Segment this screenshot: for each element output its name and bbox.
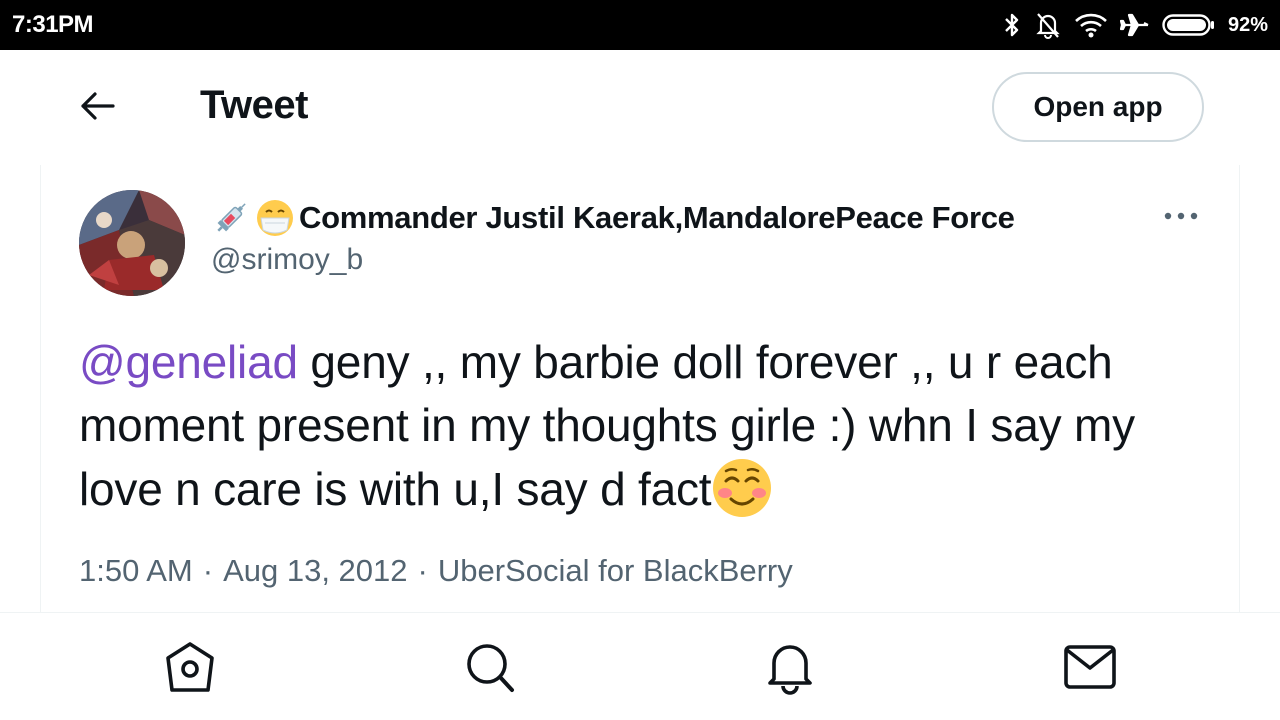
status-icons: 92% (1002, 8, 1268, 42)
messages-icon (1062, 642, 1118, 697)
avatar[interactable] (79, 190, 185, 296)
search-icon (462, 640, 518, 699)
smiling-blush-emoji-icon (711, 457, 773, 519)
nav-notifications[interactable] (760, 639, 820, 699)
page-header: Tweet Open app (0, 50, 1280, 165)
battery-percent: 92% (1227, 13, 1268, 36)
notifications-icon (762, 639, 818, 700)
meta-separator: · (417, 553, 428, 588)
page-title: Tweet (200, 83, 308, 127)
nav-home[interactable] (160, 639, 220, 699)
mention-link[interactable]: @geneliad (79, 336, 298, 388)
status-bar: 7:31PM 92% (0, 0, 1280, 50)
tweet-card: Commander Justil Kaerak,MandalorePeace F… (40, 165, 1240, 612)
status-time: 7:31PM (12, 11, 94, 38)
bluetooth-icon (1002, 10, 1022, 40)
user-handle[interactable]: @srimoy_b (211, 243, 363, 277)
back-button[interactable] (68, 82, 128, 134)
meta-separator: · (202, 553, 214, 588)
tweet-date[interactable]: Aug 13, 2012 (223, 553, 407, 589)
tweet-meta: 1:50 AM · Aug 13, 2012 · UberSocial for … (79, 553, 793, 589)
more-options-button[interactable] (1156, 199, 1206, 235)
mask-face-emoji-icon (255, 198, 295, 238)
open-app-button[interactable]: Open app (992, 72, 1204, 142)
tweet-source[interactable]: UberSocial for BlackBerry (438, 553, 793, 589)
display-name: Commander Justil Kaerak,MandalorePeace F… (299, 200, 1015, 235)
wifi-icon (1074, 11, 1108, 39)
nav-messages[interactable] (1060, 639, 1120, 699)
airplane-mode-icon (1119, 10, 1150, 40)
tweet-text: @geneliad geny ,, my barbie doll forever… (79, 331, 1209, 521)
back-arrow-icon (80, 91, 116, 126)
home-icon (162, 640, 218, 699)
more-dots-icon (1163, 208, 1199, 226)
nav-search[interactable] (460, 639, 520, 699)
mute-bell-icon (1034, 10, 1062, 40)
author-name-row[interactable]: Commander Justil Kaerak,MandalorePeace F… (211, 195, 1015, 241)
syringe-emoji-icon (211, 198, 251, 238)
bottom-nav (0, 612, 1280, 720)
tweet-time[interactable]: 1:50 AM (79, 553, 193, 589)
battery-icon (1162, 12, 1216, 38)
